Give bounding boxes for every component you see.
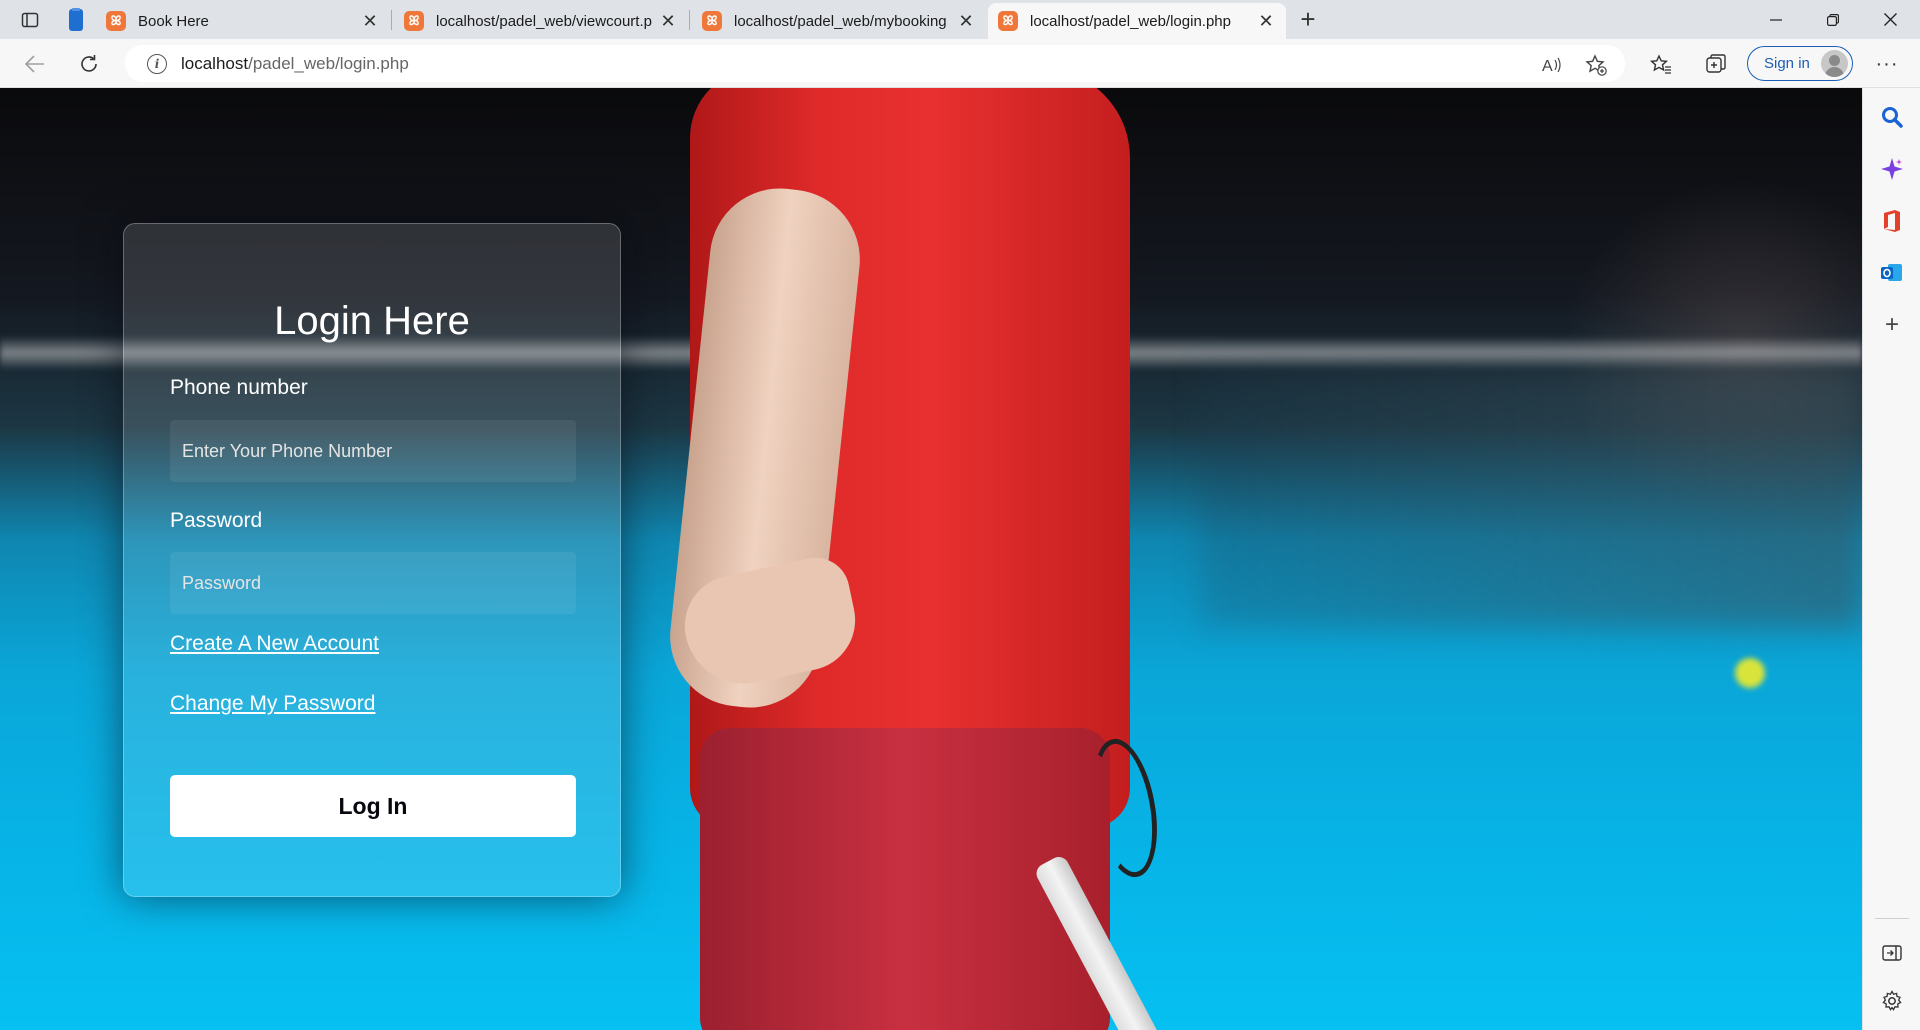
tab-title: localhost/padel_web/viewcourt.p: [436, 12, 652, 30]
office-icon[interactable]: [1877, 206, 1907, 236]
favorites-icon[interactable]: [1646, 49, 1676, 79]
sign-in-label: Sign in: [1764, 55, 1810, 72]
xampp-favicon-icon: ꕤ: [404, 11, 424, 31]
tab-separator: [689, 10, 690, 30]
xampp-favicon-icon: ꕤ: [106, 11, 126, 31]
xampp-favicon-icon: ꕤ: [998, 11, 1018, 31]
restore-icon[interactable]: [1805, 0, 1861, 39]
password-input[interactable]: [170, 552, 576, 614]
url-host: localhost: [181, 53, 249, 73]
phone-input[interactable]: [170, 420, 576, 482]
add-icon[interactable]: +: [1877, 310, 1907, 340]
url-path: /padel_web/login.php: [248, 53, 409, 73]
back-arrow-icon[interactable]: [20, 49, 50, 79]
tab-title: localhost/padel_web/login.php: [1030, 12, 1231, 30]
workspaces-icon[interactable]: [62, 6, 90, 34]
close-icon[interactable]: ✕: [360, 11, 380, 31]
outlook-icon[interactable]: [1877, 258, 1907, 288]
collections-icon[interactable]: [1701, 49, 1731, 79]
browser-toolbar: i localhost/padel_web/login.php A Sign i…: [0, 39, 1920, 88]
close-icon[interactable]: ✕: [1256, 11, 1276, 31]
tab-book-here[interactable]: ꕤ Book Here ✕: [96, 3, 390, 39]
add-favorite-icon[interactable]: [1585, 54, 1607, 76]
url-text[interactable]: localhost/padel_web/login.php: [181, 54, 409, 74]
minimize-icon[interactable]: [1748, 0, 1804, 39]
phone-label: Phone number: [170, 376, 308, 399]
tab-strip: ꕤ Book Here ✕ ꕤ localhost/padel_web/view…: [0, 0, 1920, 39]
address-bar[interactable]: i localhost/padel_web/login.php A: [125, 45, 1625, 82]
tab-separator: [391, 10, 392, 30]
read-aloud-icon[interactable]: A: [1541, 54, 1563, 76]
hide-sidebar-icon[interactable]: [1877, 938, 1907, 968]
tab-login[interactable]: ꕤ localhost/padel_web/login.php ✕: [988, 3, 1286, 39]
refresh-icon[interactable]: [74, 49, 104, 79]
new-tab-icon[interactable]: +: [1294, 6, 1322, 34]
change-password-link[interactable]: Change My Password: [170, 692, 375, 716]
log-in-button[interactable]: Log In: [170, 775, 576, 837]
create-account-link[interactable]: Create A New Account: [170, 632, 379, 656]
tab-title: Book Here: [138, 12, 209, 30]
background-court: [1200, 368, 1862, 628]
tab-actions-icon[interactable]: [16, 6, 44, 34]
sign-in-button[interactable]: Sign in: [1747, 46, 1853, 81]
search-icon[interactable]: [1877, 102, 1907, 132]
login-title: Login Here: [274, 299, 470, 343]
page-background: Login Here Phone number Password Create …: [0, 88, 1862, 1030]
edge-sidebar: +: [1862, 88, 1920, 1030]
copilot-icon[interactable]: [1877, 154, 1907, 184]
svg-text:A: A: [1542, 58, 1553, 74]
more-icon[interactable]: ···: [1872, 49, 1902, 79]
close-icon[interactable]: ✕: [658, 11, 678, 31]
sidebar-divider: [1875, 918, 1909, 919]
tab-mybooking[interactable]: ꕤ localhost/padel_web/mybooking ✕: [692, 3, 986, 39]
tab-viewcourt[interactable]: ꕤ localhost/padel_web/viewcourt.p ✕: [394, 3, 688, 39]
background-ball: [1735, 658, 1765, 688]
tab-title: localhost/padel_web/mybooking: [734, 12, 947, 30]
site-info-icon[interactable]: i: [147, 53, 167, 74]
close-icon[interactable]: ✕: [956, 11, 976, 31]
settings-icon[interactable]: [1877, 986, 1907, 1016]
avatar-icon: [1821, 50, 1848, 77]
password-label: Password: [170, 509, 263, 532]
close-window-icon[interactable]: [1862, 0, 1918, 39]
xampp-favicon-icon: ꕤ: [702, 11, 722, 31]
login-form: Login Here Phone number Password Create …: [123, 223, 621, 897]
